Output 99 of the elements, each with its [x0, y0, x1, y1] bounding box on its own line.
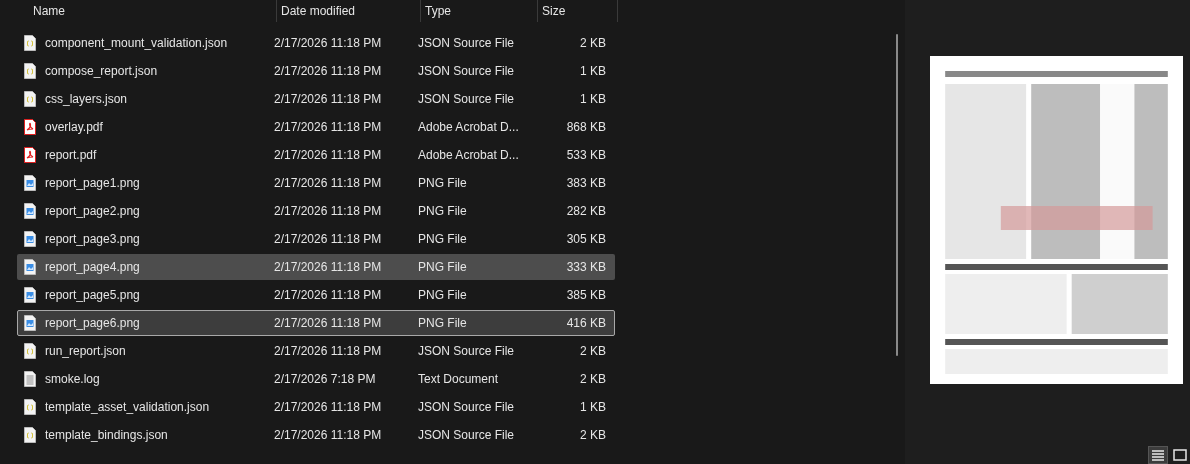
date-modified: 2/17/2026 11:18 PM — [274, 36, 383, 50]
file-name: report_page5.png — [45, 288, 140, 302]
column-header[interactable]: Date modified — [277, 0, 421, 22]
image-file-icon — [24, 315, 36, 331]
column-header[interactable]: Name — [0, 0, 277, 22]
file-type: PNG File — [418, 232, 468, 246]
file-size: 1 KB — [579, 64, 607, 78]
date-modified: 2/17/2026 11:18 PM — [274, 120, 383, 134]
file-row[interactable]: smoke.log 2/17/2026 7:18 PM Text Document 2 KB — [17, 366, 615, 392]
file-size: 385 KB — [565, 288, 607, 302]
file-name: compose_report.json — [45, 64, 158, 78]
file-name: report_page1.png — [45, 176, 140, 190]
image-file-icon — [24, 287, 36, 303]
file-size: 1 KB — [579, 92, 607, 106]
file-size: 333 KB — [565, 260, 607, 274]
file-type: JSON Source File — [418, 36, 516, 50]
file-name: report.pdf — [45, 148, 97, 162]
file-size: 416 KB — [565, 316, 607, 330]
date-modified: 2/17/2026 11:18 PM — [274, 64, 383, 78]
file-size: 533 KB — [565, 148, 607, 162]
file-row[interactable]: css_layers.json 2/17/2026 11:18 PM JSON Source File 1 KB — [17, 86, 615, 112]
column-header[interactable]: Type — [421, 0, 538, 22]
file-name: template_bindings.json — [45, 428, 168, 442]
date-modified: 2/17/2026 11:18 PM — [274, 92, 383, 106]
file-size: 383 KB — [565, 176, 607, 190]
file-size: 305 KB — [565, 232, 607, 246]
file-name: report_page4.png — [45, 260, 140, 274]
file-row[interactable]: overlay.pdf 2/17/2026 11:18 PM Adobe Acrobat D... 868 KB — [17, 114, 615, 140]
image-file-icon — [24, 259, 36, 275]
file-name: css_layers.json — [45, 92, 128, 106]
list-icon — [1151, 449, 1165, 461]
text-file-icon — [24, 371, 36, 387]
pdf-file-icon — [24, 119, 36, 135]
json-file-icon — [24, 63, 36, 79]
file-type: PNG File — [418, 176, 468, 190]
file-row[interactable]: report.pdf 2/17/2026 11:18 PM Adobe Acrobat D... 533 KB — [17, 142, 615, 168]
file-row[interactable]: report_page4.png 2/17/2026 11:18 PM PNG File 333 KB — [17, 254, 615, 280]
file-size: 2 KB — [579, 36, 607, 50]
image-file-icon — [24, 175, 36, 191]
date-modified: 2/17/2026 11:18 PM — [274, 428, 383, 442]
image-file-icon — [24, 203, 36, 219]
pdf-file-icon — [24, 147, 36, 163]
column-header[interactable]: Size — [538, 0, 618, 22]
file-row[interactable]: template_asset_validation.json 2/17/2026 11:18 PM JSON Source File 1 KB — [17, 394, 615, 420]
date-modified: 2/17/2026 11:18 PM — [274, 176, 383, 190]
file-row[interactable]: run_report.json 2/17/2026 11:18 PM JSON Source File 2 KB — [17, 338, 615, 364]
file-type: JSON Source File — [418, 428, 516, 442]
json-file-icon — [24, 399, 36, 415]
date-modified: 2/17/2026 11:18 PM — [274, 148, 383, 162]
file-type: JSON Source File — [418, 400, 516, 414]
file-type: PNG File — [418, 260, 468, 274]
file-name: run_report.json — [45, 344, 126, 358]
file-type: Adobe Acrobat D... — [418, 148, 520, 162]
date-modified: 2/17/2026 11:18 PM — [274, 288, 383, 302]
file-name: template_asset_validation.json — [45, 400, 210, 414]
file-row[interactable]: compose_report.json 2/17/2026 11:18 PM JSON Source File 1 KB — [17, 58, 615, 84]
file-name: overlay.pdf — [45, 120, 103, 134]
file-row[interactable]: report_page3.png 2/17/2026 11:18 PM PNG File 305 KB — [17, 226, 615, 252]
file-name: report_page3.png — [45, 232, 140, 246]
file-name: component_mount_validation.json — [45, 36, 228, 50]
image-file-icon — [24, 231, 36, 247]
file-row[interactable]: component_mount_validation.json 2/17/2026 11:18 PM JSON Source File 2 KB — [17, 30, 615, 56]
date-modified: 2/17/2026 11:18 PM — [274, 260, 383, 274]
file-size: 282 KB — [565, 204, 607, 218]
file-name: report_page2.png — [45, 204, 140, 218]
file-type: PNG File — [418, 288, 468, 302]
json-file-icon — [24, 91, 36, 107]
json-file-icon — [24, 343, 36, 359]
file-row[interactable]: report_page1.png 2/17/2026 11:18 PM PNG File 383 KB — [17, 170, 615, 196]
file-row[interactable]: report_page2.png 2/17/2026 11:18 PM PNG File 282 KB — [17, 198, 615, 224]
file-type: Adobe Acrobat D... — [418, 120, 520, 134]
file-type: Text Document — [418, 372, 500, 386]
file-size: 1 KB — [579, 400, 607, 414]
date-modified: 2/17/2026 11:18 PM — [274, 316, 383, 330]
file-type: JSON Source File — [418, 344, 516, 358]
date-modified: 2/17/2026 11:18 PM — [274, 204, 383, 218]
file-type: PNG File — [418, 316, 468, 330]
file-size: 2 KB — [579, 344, 607, 358]
file-type: JSON Source File — [418, 64, 516, 78]
json-file-icon — [24, 427, 36, 443]
file-size: 2 KB — [579, 372, 607, 386]
file-type: JSON Source File — [418, 92, 516, 106]
date-modified: 2/17/2026 11:18 PM — [274, 232, 383, 246]
file-name: smoke.log — [45, 372, 100, 386]
file-row[interactable]: template_bindings.json 2/17/2026 11:18 PM JSON Source File 2 KB — [17, 422, 615, 448]
file-type: PNG File — [418, 204, 468, 218]
date-modified: 2/17/2026 11:18 PM — [274, 400, 383, 414]
file-row[interactable]: report_page5.png 2/17/2026 11:18 PM PNG File 385 KB — [17, 282, 615, 308]
date-modified: 2/17/2026 11:18 PM — [274, 344, 383, 358]
details-view-button[interactable] — [1148, 446, 1168, 464]
date-modified: 2/17/2026 7:18 PM — [274, 372, 377, 386]
file-name: report_page6.png — [45, 316, 140, 330]
large-icons-view-button[interactable] — [1170, 446, 1190, 464]
file-size: 2 KB — [579, 428, 607, 442]
file-row[interactable]: report_page6.png 2/17/2026 11:18 PM PNG File 416 KB — [17, 310, 615, 336]
json-file-icon — [24, 35, 36, 51]
scrollbar[interactable] — [896, 34, 898, 356]
square-icon — [1173, 449, 1187, 461]
file-size: 868 KB — [565, 120, 607, 134]
